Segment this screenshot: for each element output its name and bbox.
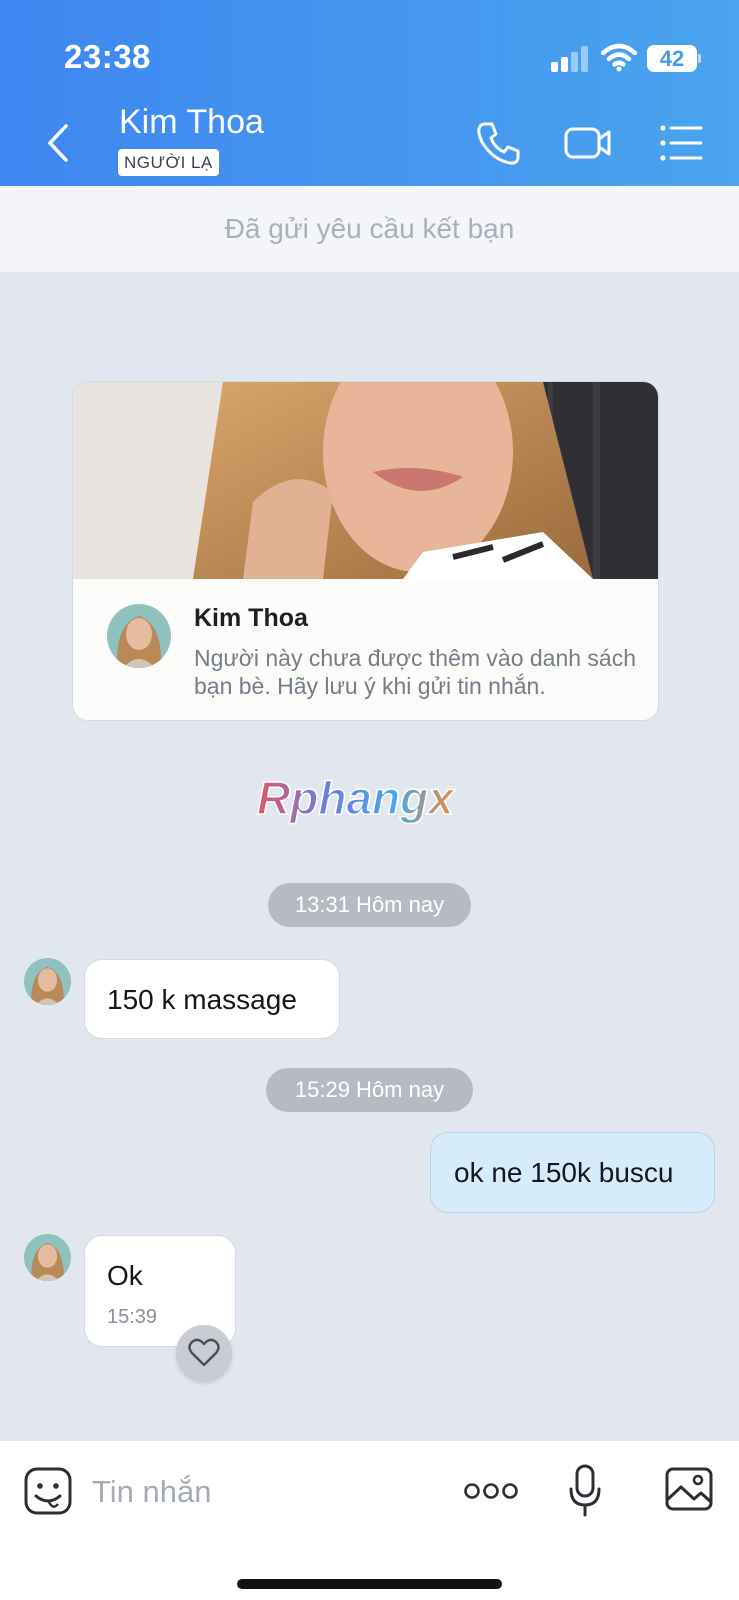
message-input[interactable] (92, 1467, 422, 1517)
watermark-logo: Rphangx (255, 770, 485, 830)
message-text: Ok (107, 1260, 143, 1291)
message-text: ok ne 150k buscu (454, 1157, 674, 1188)
sender-avatar[interactable] (24, 1234, 71, 1281)
battery-level: 42 (659, 46, 685, 71)
outgoing-message[interactable]: ok ne 150k buscu (430, 1132, 715, 1213)
stranger-badge: NGƯỜI LẠ (118, 149, 219, 176)
message-timestamp: 15:39 (107, 1306, 158, 1328)
time-divider: 15:29 Hôm nay (266, 1068, 473, 1112)
microphone-icon[interactable] (567, 1463, 603, 1519)
card-contact-name: Kim Thoa (194, 604, 308, 632)
stranger-warning-note: Người này chưa được thêm vào danh sách b… (194, 645, 637, 699)
emoji-sticker-icon[interactable] (23, 1466, 73, 1516)
incoming-message[interactable]: 150 k massage (84, 959, 340, 1039)
contact-name[interactable]: Kim Thoa (119, 103, 264, 142)
menu-list-icon[interactable] (657, 118, 707, 168)
contact-avatar[interactable] (107, 604, 171, 668)
cellular-signal-icon (551, 46, 591, 72)
home-indicator (237, 1579, 502, 1589)
more-options-icon[interactable] (463, 1481, 519, 1501)
battery-indicator: 42 (647, 45, 701, 72)
wifi-icon (601, 43, 637, 72)
time-divider: 13:31 Hôm nay (268, 883, 471, 927)
chat-header: 23:38 42 Kim Thoa NGƯỜI LẠ (0, 0, 739, 186)
react-heart-button[interactable] (176, 1325, 232, 1381)
cover-photo (73, 382, 658, 579)
status-time: 23:38 (64, 38, 151, 75)
profile-card[interactable]: Kim Thoa Người này chưa được thêm vào da… (72, 381, 659, 721)
heart-icon (188, 1338, 220, 1367)
video-call-icon[interactable] (563, 118, 613, 168)
sender-avatar[interactable] (24, 958, 71, 1005)
friend-request-status: Đã gửi yêu cầu kết bạn (0, 186, 739, 272)
image-icon[interactable] (664, 1466, 714, 1512)
phone-icon[interactable] (473, 118, 523, 168)
message-text: 150 k massage (107, 984, 297, 1015)
watermark-text: Rphangx (257, 772, 456, 824)
back-chevron-icon[interactable] (40, 118, 80, 168)
message-input-bar (0, 1440, 739, 1600)
